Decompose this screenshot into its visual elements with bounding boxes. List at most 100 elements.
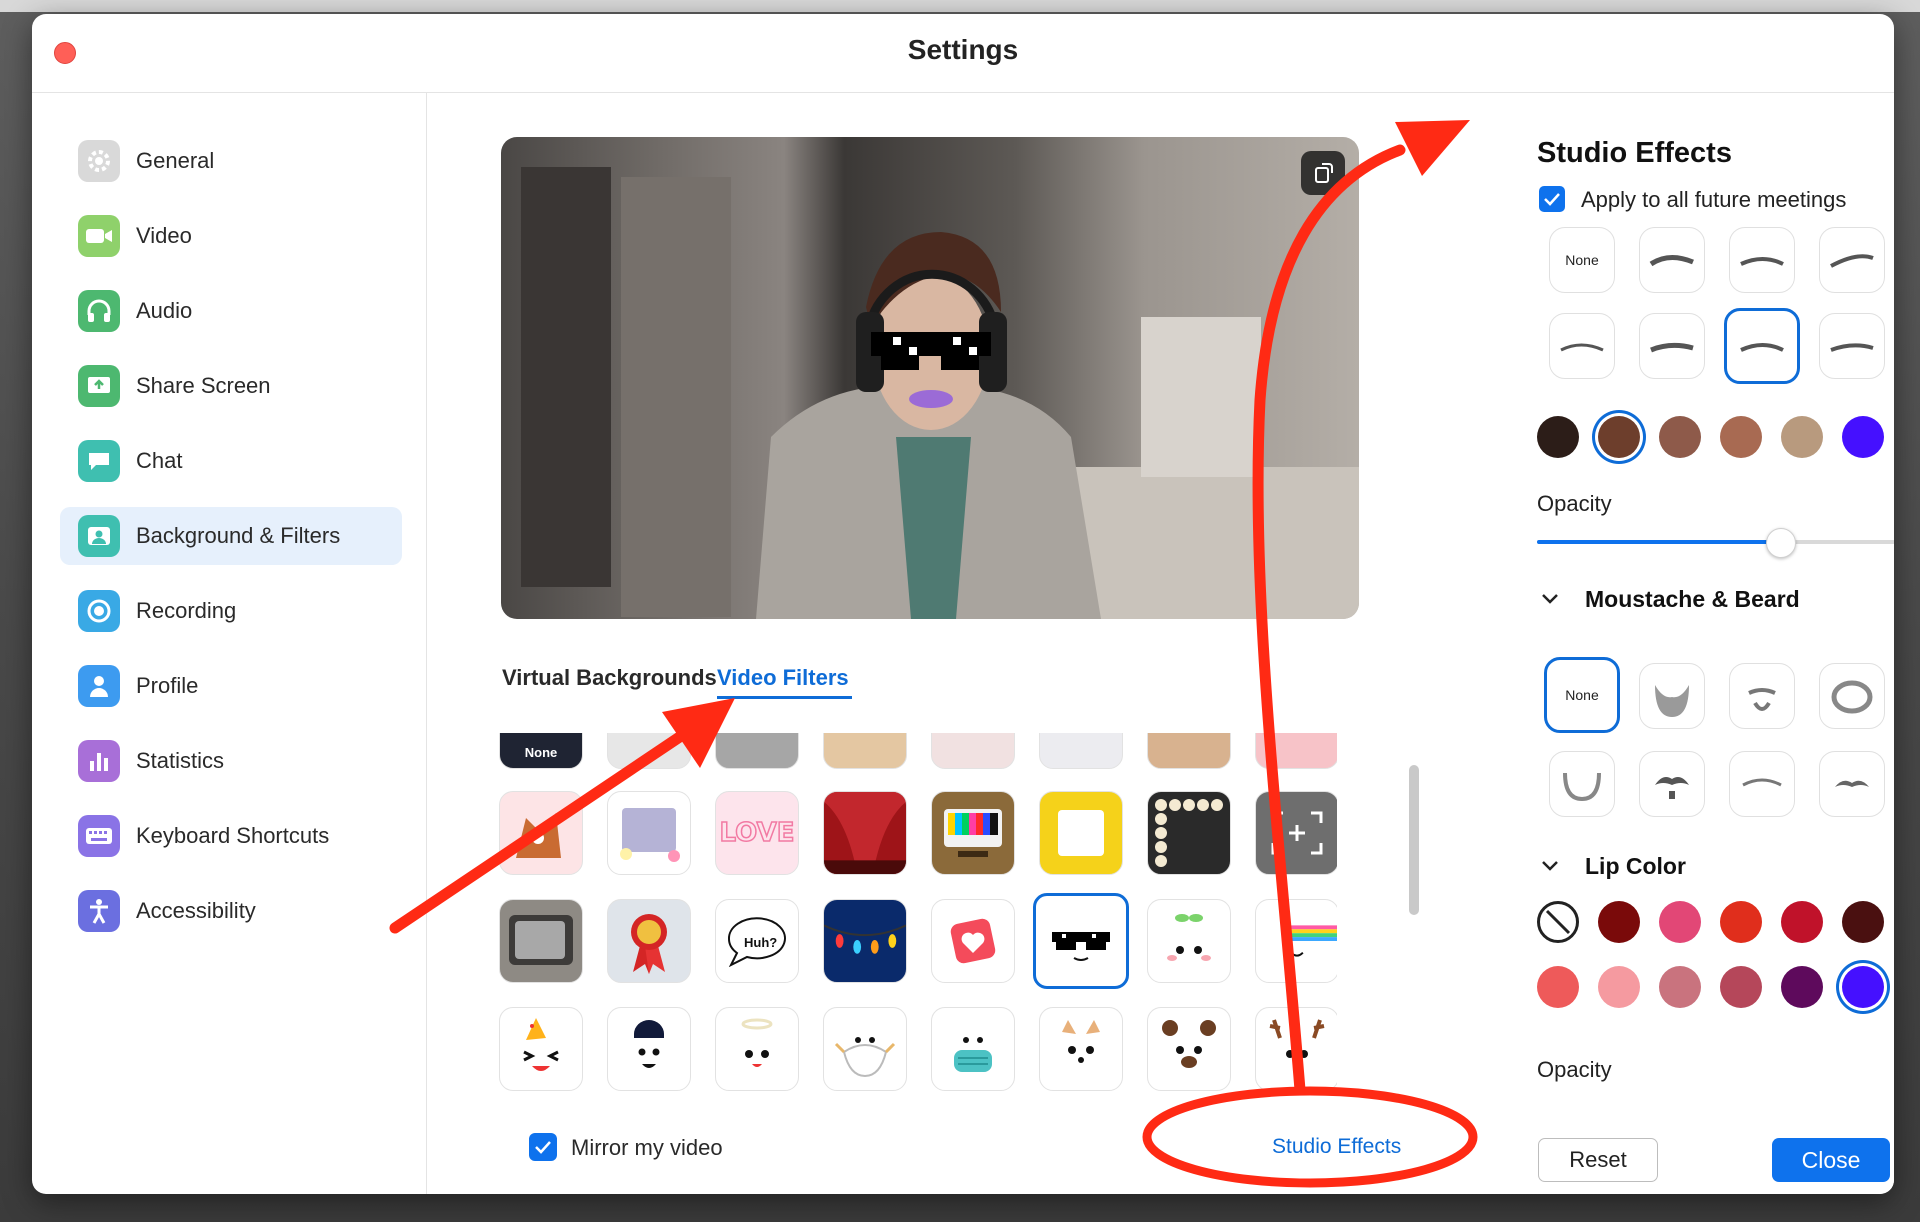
tab-virtual-backgrounds[interactable]: Virtual Backgrounds xyxy=(502,665,717,691)
filter-tile[interactable] xyxy=(931,733,1015,769)
eyebrow-option[interactable] xyxy=(1639,313,1705,379)
filter-tile-tv-test-pattern[interactable] xyxy=(931,791,1015,875)
filter-tile-speech-bubble[interactable]: Huh? xyxy=(715,899,799,983)
eyebrow-option[interactable] xyxy=(1639,227,1705,293)
filter-tile[interactable] xyxy=(823,733,907,769)
filter-tile[interactable] xyxy=(715,733,799,769)
sidebar-item-recording[interactable]: Recording xyxy=(60,582,402,640)
filter-tile-pixel-sunglasses-selected[interactable] xyxy=(1033,893,1129,989)
eyebrow-option[interactable] xyxy=(1819,227,1885,293)
headphones-icon xyxy=(78,290,120,332)
sidebar-item-video[interactable]: Video xyxy=(60,207,402,265)
sidebar-item-background-filters[interactable]: Background & Filters xyxy=(60,507,402,565)
filter-tile-corgi[interactable] xyxy=(499,791,583,875)
moustache-option[interactable] xyxy=(1729,663,1795,729)
eyebrow-option[interactable] xyxy=(1729,227,1795,293)
filter-tile-none[interactable]: None xyxy=(499,733,583,769)
moustache-option-none-selected[interactable]: None xyxy=(1544,657,1620,733)
filter-tile-rainbow[interactable] xyxy=(1255,899,1337,983)
sidebar-item-statistics[interactable]: Statistics xyxy=(60,732,402,790)
lip-color-heading[interactable]: Lip Color xyxy=(1585,853,1686,880)
filter-grid-scroll-thumb[interactable] xyxy=(1409,765,1419,915)
moustache-option[interactable] xyxy=(1729,751,1795,817)
moustache-beard-heading[interactable]: Moustache & Beard xyxy=(1585,586,1800,613)
filter-tile-frame[interactable] xyxy=(607,791,691,875)
tab-video-filters[interactable]: Video Filters xyxy=(717,665,849,691)
filter-tile-old-tv[interactable] xyxy=(499,899,583,983)
eyebrow-option[interactable] xyxy=(1819,313,1885,379)
eyebrow-option-none[interactable]: None xyxy=(1549,227,1615,293)
filter-tile-reindeer-face[interactable] xyxy=(1255,1007,1337,1091)
lip-color-swatch[interactable] xyxy=(1659,901,1701,943)
filter-tile-love[interactable]: LOVE xyxy=(715,791,799,875)
moustache-option[interactable] xyxy=(1639,663,1705,729)
sidebar-item-profile[interactable]: Profile xyxy=(60,657,402,715)
filter-tile-emoji-frame[interactable] xyxy=(1039,791,1123,875)
filter-tile-n95-mask[interactable] xyxy=(823,1007,907,1091)
chevron-down-icon[interactable] xyxy=(1539,855,1561,877)
sidebar-item-share-screen[interactable]: Share Screen xyxy=(60,357,402,415)
filter-tile-bulb-frame[interactable] xyxy=(1147,791,1231,875)
close-button[interactable]: Close xyxy=(1772,1138,1890,1182)
eyebrow-option[interactable] xyxy=(1549,313,1615,379)
lip-color-swatch[interactable] xyxy=(1537,966,1579,1008)
lip-color-swatch[interactable] xyxy=(1598,901,1640,943)
share-screen-icon xyxy=(78,365,120,407)
apply-future-meetings-checkbox[interactable] xyxy=(1539,186,1565,212)
sidebar-item-audio[interactable]: Audio xyxy=(60,282,402,340)
lip-color-swatch[interactable] xyxy=(1659,966,1701,1008)
checkmark-icon xyxy=(535,1141,551,1154)
sidebar-item-general[interactable]: General xyxy=(60,132,402,190)
studio-effects-panel: Studio Effects Apply to all future meeti… xyxy=(1501,93,1894,1194)
lip-color-none-icon[interactable] xyxy=(1537,901,1579,943)
rotate-camera-button[interactable] xyxy=(1301,151,1345,195)
sidebar-item-accessibility[interactable]: Accessibility xyxy=(60,882,402,940)
sidebar-item-chat[interactable]: Chat xyxy=(60,432,402,490)
lip-color-swatch[interactable] xyxy=(1781,966,1823,1008)
filter-tile-cap-face[interactable] xyxy=(607,1007,691,1091)
filter-tile-halo-face[interactable] xyxy=(715,1007,799,1091)
accessibility-icon xyxy=(78,890,120,932)
moustache-option[interactable] xyxy=(1639,751,1705,817)
filters-panel: Virtual Backgrounds Video Filters None L… xyxy=(427,93,1500,1194)
sidebar-item-keyboard-shortcuts[interactable]: Keyboard Shortcuts xyxy=(60,807,402,865)
filter-tile[interactable] xyxy=(1039,733,1123,769)
moustache-option[interactable] xyxy=(1819,751,1885,817)
filter-tile-bear-face[interactable] xyxy=(1147,1007,1231,1091)
filter-tile-surgical-mask[interactable] xyxy=(931,1007,1015,1091)
filter-tile-theater[interactable] xyxy=(823,791,907,875)
studio-effects-link[interactable]: Studio Effects xyxy=(1272,1135,1401,1159)
eyebrow-color-swatch[interactable] xyxy=(1720,416,1762,458)
lip-color-swatch[interactable] xyxy=(1720,901,1762,943)
filter-tile-sprout-face[interactable] xyxy=(1147,899,1231,983)
eyebrow-color-swatch[interactable] xyxy=(1659,416,1701,458)
moustache-option[interactable] xyxy=(1549,751,1615,817)
filter-tile[interactable] xyxy=(1147,733,1231,769)
eyebrow-color-swatch[interactable] xyxy=(1598,416,1640,458)
lip-color-swatch[interactable] xyxy=(1720,966,1762,1008)
lip-color-swatch[interactable] xyxy=(1842,966,1884,1008)
filter-tile-party-face[interactable] xyxy=(499,1007,583,1091)
lip-color-swatch[interactable] xyxy=(1842,901,1884,943)
video-camera-icon xyxy=(78,215,120,257)
moustache-option[interactable] xyxy=(1819,663,1885,729)
filter-tile-heart-sticker[interactable] xyxy=(931,899,1015,983)
lip-color-swatch[interactable] xyxy=(1781,901,1823,943)
filter-tile[interactable] xyxy=(1255,733,1337,769)
moustache-none-label: None xyxy=(1565,687,1599,703)
record-icon xyxy=(78,590,120,632)
reset-button[interactable]: Reset xyxy=(1538,1138,1658,1182)
eyebrow-color-swatch[interactable] xyxy=(1781,416,1823,458)
filter-tile-cat-face[interactable] xyxy=(1039,1007,1123,1091)
filter-tile-award[interactable] xyxy=(607,899,691,983)
eyebrow-color-swatch[interactable] xyxy=(1842,416,1884,458)
eyebrow-opacity-slider-thumb[interactable] xyxy=(1766,528,1797,558)
chevron-down-icon[interactable] xyxy=(1539,588,1561,610)
eyebrow-option-selected[interactable] xyxy=(1724,308,1800,384)
mirror-video-checkbox[interactable] xyxy=(529,1133,557,1161)
filter-tile-add[interactable] xyxy=(1255,791,1337,875)
filter-tile[interactable] xyxy=(607,733,691,769)
filter-tile-string-lights[interactable] xyxy=(823,899,907,983)
lip-color-swatch[interactable] xyxy=(1598,966,1640,1008)
eyebrow-color-swatch[interactable] xyxy=(1537,416,1579,458)
